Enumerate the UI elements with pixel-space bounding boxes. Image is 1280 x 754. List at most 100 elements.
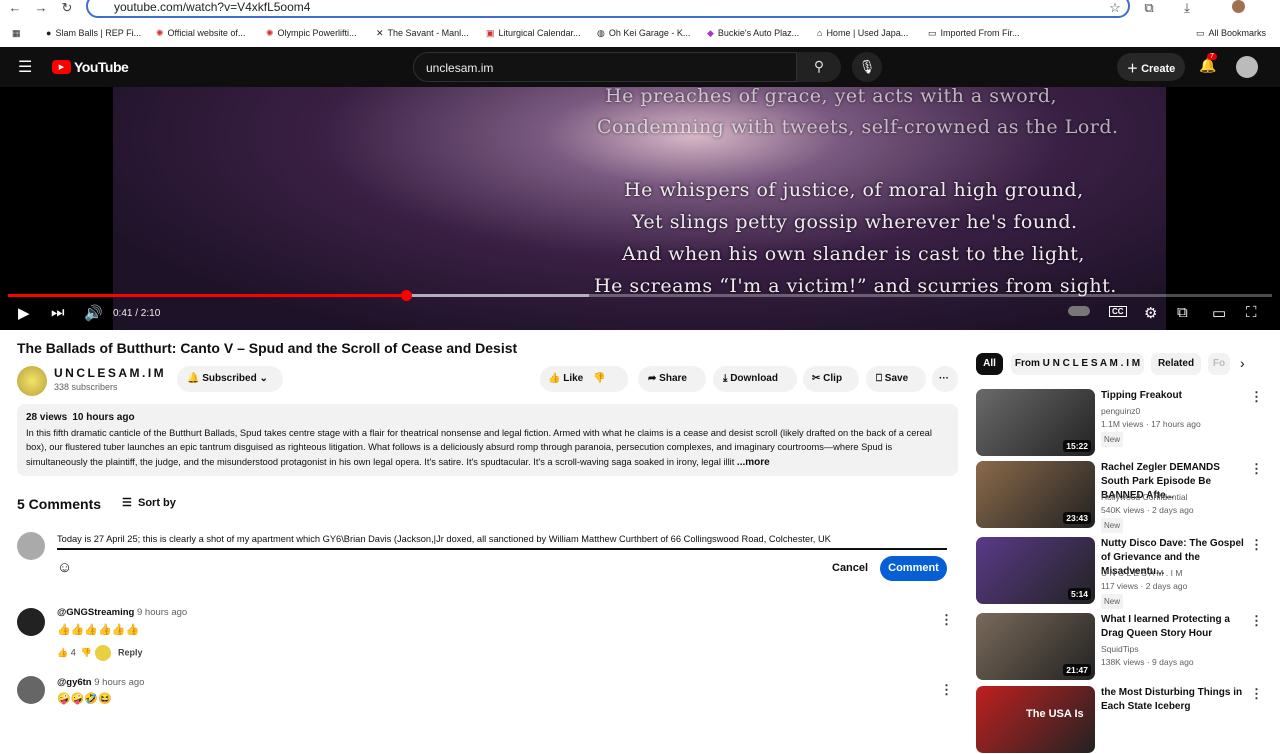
notification-count: 7: [1207, 53, 1217, 60]
recommended-video[interactable]: 5:14 Nutty Disco Dave: The Gospel of Grie…: [976, 537, 1276, 609]
apps-icon[interactable]: ▦: [12, 28, 21, 39]
bookmark-item[interactable]: ▣ Liturgical Calendar...: [486, 28, 581, 39]
channel-name[interactable]: Hollywood Confidential: [1101, 491, 1194, 504]
bookmark-item[interactable]: ✺ Olympic Powerlifti...: [266, 28, 357, 39]
video-menu-icon[interactable]: ⋮: [1250, 389, 1263, 405]
video-meta: penguinz0 1.1M views · 17 hours ago New: [1101, 405, 1201, 447]
bookmark-item[interactable]: ◍ Oh Kei Garage - K...: [597, 28, 690, 39]
emoji-icon[interactable]: ☺: [57, 559, 72, 576]
more-link[interactable]: ...more: [737, 457, 770, 468]
reload-icon[interactable]: ↻: [58, 0, 76, 16]
channel-name[interactable]: UNCLESAM.IM: [54, 366, 166, 380]
channel-name[interactable]: SquidTips: [1101, 643, 1194, 656]
chip-from-channel[interactable]: From U N C L E S A M . I M: [1011, 353, 1144, 375]
progress-bar[interactable]: [8, 290, 1272, 301]
video-title[interactable]: Tipping Freakout: [1101, 389, 1251, 403]
comment-author[interactable]: @GNGStreaming 9 hours ago: [57, 607, 187, 618]
bookmark-item[interactable]: ⌂ Home | Used Japa...: [817, 28, 908, 38]
recommended-video[interactable]: 21:47 What I learned Protecting a Drag Qu…: [976, 613, 1276, 681]
like-button[interactable]: 👍 Like: [548, 373, 583, 384]
lyric-line: Yet slings petty gossip wherever he's fo…: [632, 211, 1078, 233]
dislike-button[interactable]: 👎: [593, 373, 605, 384]
video-duration: 21:47: [1063, 664, 1091, 676]
video-thumbnail[interactable]: 21:47: [976, 613, 1095, 680]
fullscreen-icon[interactable]: ⛶: [1246, 304, 1257, 321]
browser-chrome: ← → ↻ youtube.com/watch?v=V4xkfL5oom4 ☆ …: [0, 0, 1280, 47]
profile-avatar[interactable]: [1232, 0, 1245, 13]
channel-name[interactable]: U N C L E S A M . I M: [1101, 567, 1187, 580]
chip-related[interactable]: Related: [1151, 353, 1201, 375]
user-avatar[interactable]: [1236, 56, 1258, 78]
comment-input[interactable]: Today is 27 April 25; this is clearly a …: [57, 532, 947, 550]
description-box[interactable]: 28 views 10 hours ago In this fifth dram…: [17, 404, 958, 476]
video-thumbnail[interactable]: 23:43: [976, 461, 1095, 528]
video-menu-icon[interactable]: ⋮: [1250, 686, 1263, 702]
address-bar[interactable]: youtube.com/watch?v=V4xkfL5oom4: [86, 0, 1130, 18]
recommended-video[interactable]: 23:43 Rachel Zegler DEMANDS South Park Ep…: [976, 461, 1276, 533]
subscribed-button[interactable]: 🔔 Subscribed ⌄: [177, 366, 283, 392]
settings-icon[interactable]: ⚙: [1144, 304, 1157, 322]
microphone-icon: 🎙: [858, 59, 876, 74]
sort-button[interactable]: ☰ Sort by: [122, 496, 176, 509]
search-button[interactable]: ⚲: [797, 52, 841, 82]
lyric-line: He preaches of grace, yet acts with a sw…: [605, 87, 1058, 107]
back-icon[interactable]: ←: [6, 0, 24, 15]
download-button[interactable]: ⤓ Download: [713, 366, 797, 392]
dislike-comment-icon[interactable]: 👎: [81, 647, 92, 657]
bookmark-folder[interactable]: ▭ Imported From Fir...: [928, 28, 1020, 39]
commenter-avatar[interactable]: [17, 676, 45, 704]
more-actions-button[interactable]: ···: [932, 366, 958, 392]
video-menu-icon[interactable]: ⋮: [1250, 537, 1263, 553]
video-menu-icon[interactable]: ⋮: [1250, 613, 1263, 629]
autoplay-toggle[interactable]: [1068, 306, 1090, 316]
captions-button[interactable]: CC: [1109, 306, 1127, 317]
video-title[interactable]: the Most Disturbing Things in Each State…: [1101, 686, 1251, 714]
next-icon[interactable]: ⏭: [51, 304, 65, 321]
youtube-logo-icon[interactable]: ▶: [52, 60, 71, 74]
reply-button[interactable]: Reply: [118, 647, 143, 657]
video-meta: Hollywood Confidential 540K views · 2 day…: [1101, 491, 1194, 533]
recommended-video[interactable]: 15:22 Tipping Freakout penguinz0 1.1M views…: [976, 389, 1276, 457]
bookmark-item[interactable]: ✕ The Savant - Manl...: [376, 28, 469, 39]
comment-author[interactable]: @gy6tn 9 hours ago: [57, 677, 144, 688]
comment-menu-icon[interactable]: ⋮: [940, 682, 953, 698]
youtube-logo[interactable]: YouTube: [74, 59, 129, 75]
theater-mode-icon[interactable]: ▭: [1212, 304, 1226, 322]
voice-search-button[interactable]: 🎙: [852, 52, 882, 82]
video-thumbnail[interactable]: 15:22: [976, 389, 1095, 456]
save-button[interactable]: ⎕ Save: [866, 366, 926, 392]
channel-avatar[interactable]: [17, 366, 47, 396]
chip-more[interactable]: Fo: [1208, 353, 1230, 375]
create-button[interactable]: ＋ Create: [1117, 53, 1185, 81]
clip-button[interactable]: ✂ Clip: [803, 366, 859, 392]
comment-menu-icon[interactable]: ⋮: [940, 612, 953, 628]
video-thumbnail[interactable]: 5:14: [976, 537, 1095, 604]
comment-submit-button[interactable]: Comment: [880, 556, 947, 581]
search-input[interactable]: unclesam.im: [413, 52, 797, 82]
menu-icon[interactable]: ☰: [18, 57, 32, 77]
bookmark-item[interactable]: ✺ Official website of...: [156, 28, 245, 39]
all-bookmarks[interactable]: ▭ All Bookmarks: [1196, 28, 1266, 39]
chip-all[interactable]: All: [976, 353, 1003, 375]
extensions-icon[interactable]: ⧉: [1140, 0, 1158, 16]
forward-icon[interactable]: →: [32, 0, 50, 15]
bookmark-item[interactable]: ◆ Buckie's Auto Plaz...: [707, 28, 799, 39]
download-icon[interactable]: ⤓: [1178, 0, 1196, 16]
share-button[interactable]: ➦ Share: [638, 366, 706, 392]
video-player[interactable]: He preaches of grace, yet acts with a sw…: [0, 87, 1280, 330]
bookmark-star-icon[interactable]: ☆: [1106, 0, 1124, 16]
recommended-video[interactable]: The USA Is the Most Disturbing Things in …: [976, 686, 1276, 754]
commenter-avatar[interactable]: [17, 608, 45, 636]
bookmark-item[interactable]: ● Slam Balls | REP Fi...: [46, 28, 141, 38]
chevron-right-icon[interactable]: ›: [1240, 355, 1245, 371]
played-bar: [8, 294, 407, 297]
video-title[interactable]: What I learned Protecting a Drag Queen S…: [1101, 613, 1251, 641]
like-comment-icon[interactable]: 👍: [57, 647, 68, 657]
cancel-button[interactable]: Cancel: [832, 562, 868, 574]
play-icon[interactable]: ▶: [18, 304, 30, 322]
bell-icon: 🔔: [187, 373, 203, 384]
volume-icon[interactable]: 🔊: [84, 304, 103, 322]
miniplayer-icon[interactable]: ⧉: [1177, 304, 1188, 321]
channel-name[interactable]: penguinz0: [1101, 405, 1201, 418]
video-menu-icon[interactable]: ⋮: [1250, 461, 1263, 477]
